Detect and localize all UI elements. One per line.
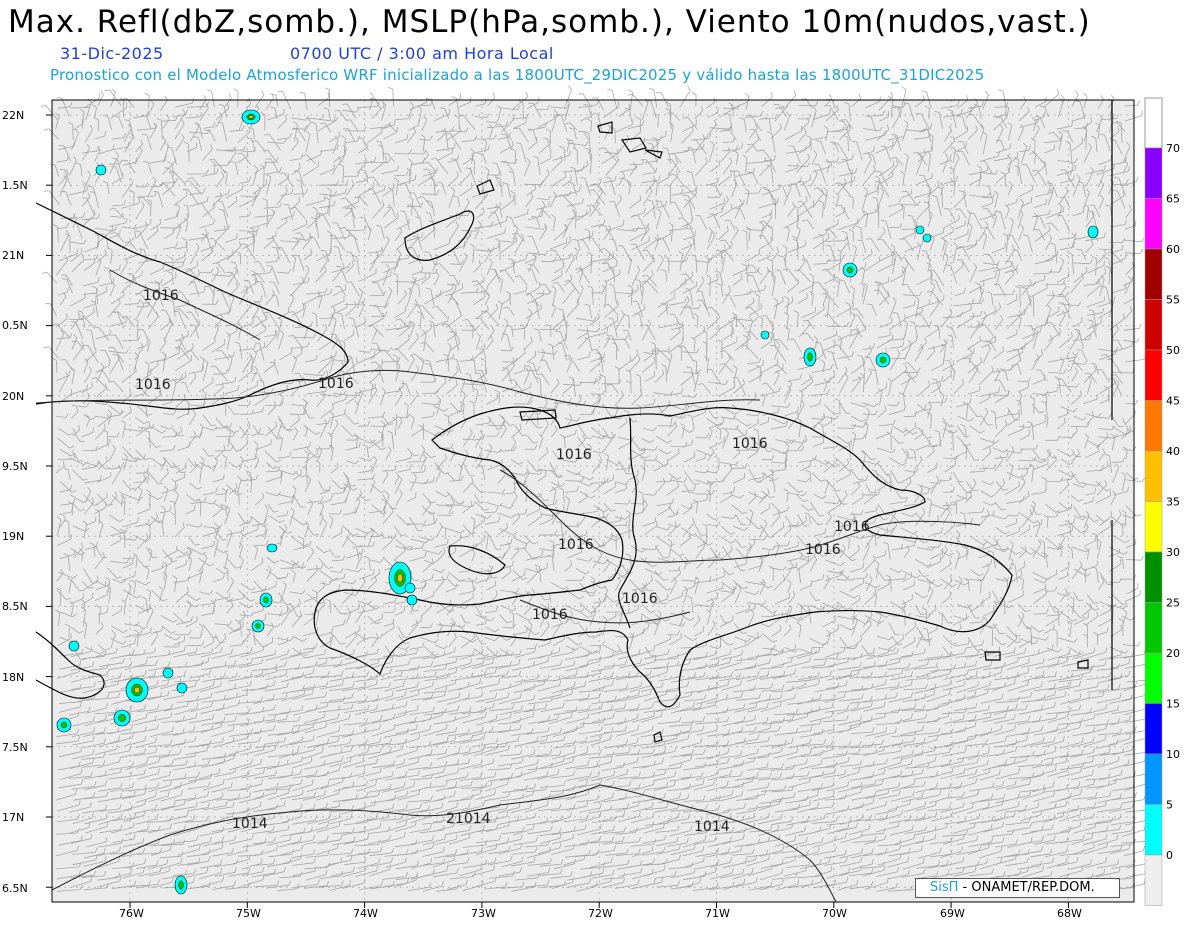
colorbar-label: 50 xyxy=(1166,344,1180,357)
isobar-label: 1016 xyxy=(805,542,841,558)
reflectivity-cell xyxy=(162,667,174,679)
colorbar-segment xyxy=(1144,753,1163,805)
colorbar-label: 5 xyxy=(1166,799,1173,812)
lat-tick-label: 20N xyxy=(2,390,24,403)
colorbar-segment xyxy=(1144,854,1163,906)
reflectivity-cell xyxy=(113,709,131,727)
reflectivity-cell xyxy=(803,347,817,367)
colorbar-segment xyxy=(1144,349,1163,401)
colorbar-label: 20 xyxy=(1166,647,1180,660)
colorbar-segment xyxy=(1144,400,1163,452)
isobar-label: 1014 xyxy=(694,819,730,835)
isobar-label: 1014 xyxy=(232,816,268,832)
isobar-label: 21014 xyxy=(446,811,491,827)
isobar-label: 1016 xyxy=(558,537,594,553)
isobar-label: 1016 xyxy=(532,607,568,623)
colorbar-label: 70 xyxy=(1166,142,1180,155)
colorbar-label: 10 xyxy=(1166,748,1180,761)
reflectivity-cell xyxy=(241,109,261,125)
isobar-label: 1016 xyxy=(143,288,179,304)
reflectivity-cell xyxy=(842,262,858,278)
colorbar-label: 60 xyxy=(1166,243,1180,256)
isobar-label: 1016 xyxy=(834,519,870,535)
reflectivity-cell xyxy=(760,330,770,340)
colorbar-segment xyxy=(1144,450,1163,502)
lon-tick-label: 70W xyxy=(822,907,847,920)
credit-box: SisΠ - ONAMET/REP.DOM. xyxy=(915,878,1120,898)
lat-tick-label: 8.5N xyxy=(2,600,28,613)
colorbar-segment xyxy=(1144,198,1163,250)
credit-org: - ONAMET/REP.DOM. xyxy=(958,880,1095,895)
lon-tick-label: 75W xyxy=(236,907,261,920)
lat-tick-label: 19N xyxy=(2,530,24,543)
reflectivity-cell xyxy=(259,592,273,608)
lat-tick-label: 1.5N xyxy=(2,179,28,192)
lon-tick-label: 71W xyxy=(705,907,730,920)
colorbar-segment xyxy=(1144,602,1163,654)
lat-tick-label: 6.5N xyxy=(2,882,28,895)
reflectivity-cell xyxy=(1087,225,1099,239)
reflectivity-cell xyxy=(404,582,416,594)
colorbar-segment xyxy=(1144,652,1163,704)
reflectivity-cell xyxy=(68,640,80,652)
reflectivity-cell xyxy=(266,543,278,553)
colorbar-segment xyxy=(1144,248,1163,300)
reflectivity-cell xyxy=(251,619,265,633)
lat-tick-label: 0.5N xyxy=(2,319,28,332)
lon-tick-label: 73W xyxy=(471,907,496,920)
colorbar-label: 45 xyxy=(1166,395,1180,408)
reflectivity-cell xyxy=(125,677,149,703)
lon-tick-label: 69W xyxy=(940,907,965,920)
colorbar-segment xyxy=(1144,299,1163,351)
lat-tick-label: 21N xyxy=(2,249,24,262)
reflectivity-colorbar: 7065605550454035302520151050 xyxy=(1144,97,1180,906)
isobar-label: 1016 xyxy=(318,376,354,392)
sispi-logo: SisΠ xyxy=(930,880,959,895)
colorbar-label: 15 xyxy=(1166,698,1180,711)
lat-tick-label: 9.5N xyxy=(2,460,28,473)
reflectivity-cell xyxy=(875,352,891,368)
reflectivity-cell xyxy=(174,875,188,895)
colorbar-label: 55 xyxy=(1166,294,1180,307)
lon-tick-label: 76W xyxy=(119,907,144,920)
colorbar-segment xyxy=(1144,804,1163,856)
colorbar-segment xyxy=(1144,501,1163,553)
lon-tick-label: 72W xyxy=(588,907,613,920)
reflectivity-cell xyxy=(922,233,932,243)
longitude-axis: 76W 75W 74W 73W 72W 71W 70W 69W 68W xyxy=(119,907,1082,920)
forecast-map: 1016 1016 1016 1016 1016 1016 1016 1016 … xyxy=(2,85,1180,920)
lat-tick-label: 18N xyxy=(2,671,24,684)
lat-tick-label: 7.5N xyxy=(2,741,28,754)
isobar-label: 1016 xyxy=(622,591,658,607)
colorbar-segment xyxy=(1144,551,1163,603)
colorbar-label: 25 xyxy=(1166,597,1180,610)
lat-tick-label: 17N xyxy=(2,811,24,824)
reflectivity-cell xyxy=(406,594,418,606)
colorbar-label: 35 xyxy=(1166,496,1180,509)
isobar-label: 1016 xyxy=(732,436,768,452)
isobar-label: 1016 xyxy=(556,447,592,463)
colorbar-label: 30 xyxy=(1166,546,1180,559)
latitude-axis: 22N 1.5N 21N 0.5N 20N 9.5N 19N 8.5N 18N … xyxy=(2,109,28,895)
reflectivity-cell xyxy=(95,164,107,176)
lon-tick-label: 74W xyxy=(353,907,378,920)
colorbar-segment xyxy=(1144,147,1163,199)
lon-tick-label: 68W xyxy=(1057,907,1082,920)
colorbar-segment xyxy=(1144,703,1163,755)
reflectivity-cell xyxy=(176,682,188,694)
reflectivity-cell xyxy=(56,717,72,733)
lat-tick-label: 22N xyxy=(2,109,24,122)
isobar-label: 1016 xyxy=(135,377,171,393)
reflectivity-cell xyxy=(915,225,925,235)
colorbar-label: 40 xyxy=(1166,445,1180,458)
colorbar-label: 65 xyxy=(1166,193,1180,206)
colorbar-label: 0 xyxy=(1166,849,1173,862)
